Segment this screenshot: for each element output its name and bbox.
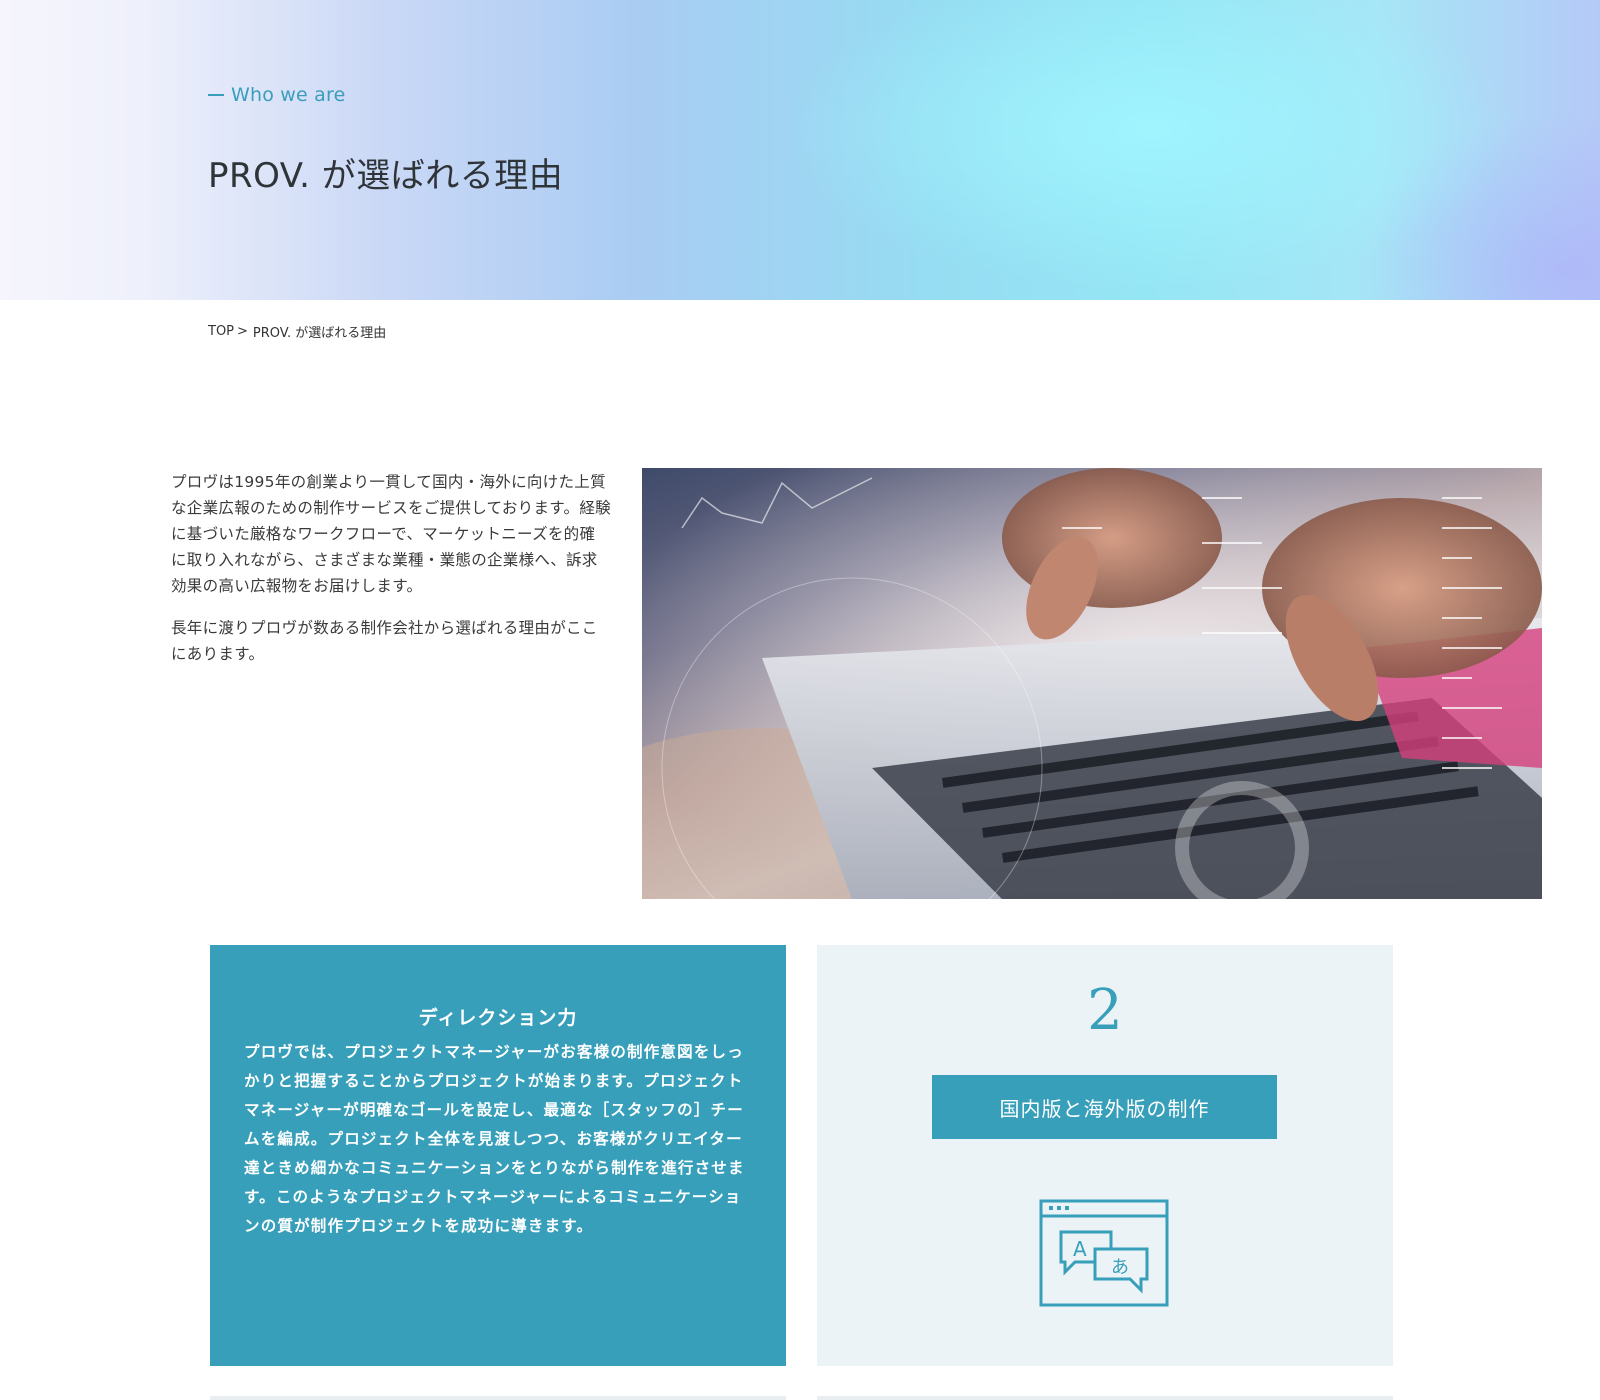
intro-text: プロヴは1995年の創業より一貫して国内・海外に向けた上質な企業広報のための制作…	[171, 469, 611, 667]
feature-card-title: ディレクション力	[418, 1007, 578, 1029]
feature-card-text: プロヴでは、プロジェクトマネージャーがお客様の制作意図をしっかりと把握することか…	[244, 1043, 745, 1235]
page-hero: Who we are PROV. が選ばれる理由	[0, 0, 1600, 300]
hero-photo-laptop	[642, 468, 1542, 899]
translation-icon: A あ	[1039, 1199, 1169, 1307]
feature-card-label: 国内版と海外版の制作	[932, 1075, 1277, 1139]
laptop-photo-illustration	[642, 468, 1542, 899]
breadcrumb-home-link[interactable]: TOP	[208, 324, 234, 339]
page-title: PROV. が選ばれる理由	[208, 156, 564, 196]
intro-paragraph-1: プロヴは1995年の創業より一貫して国内・海外に向けた上質な企業広報のための制作…	[171, 473, 611, 595]
eyebrow-dash	[208, 94, 224, 96]
breadcrumb-separator: >	[237, 324, 248, 339]
feature-card-localization[interactable]: 2 国内版と海外版の制作 A あ	[817, 945, 1393, 1366]
translation-icon-letter-a: A	[1073, 1237, 1087, 1261]
breadcrumb: TOP > PROV. が選ばれる理由	[208, 322, 386, 341]
translation-icon-letter-hiragana: あ	[1111, 1257, 1129, 1278]
intro-paragraph-2: 長年に渡りプロヴが数ある制作会社から選ばれる理由がここにあります。	[171, 619, 598, 663]
feature-card-direction: ディレクション力 プロヴでは、プロジェクトマネージャーがお客様の制作意図をしっか…	[210, 945, 786, 1366]
breadcrumb-current: PROV. が選ばれる理由	[252, 326, 387, 341]
hero-eyebrow: Who we are	[208, 84, 346, 106]
hero-eyebrow-text: Who we are	[231, 84, 346, 106]
feature-card-number: 2	[1087, 978, 1123, 1043]
next-card-top-edge-right	[817, 1396, 1393, 1400]
next-card-top-edge-left	[210, 1396, 786, 1400]
